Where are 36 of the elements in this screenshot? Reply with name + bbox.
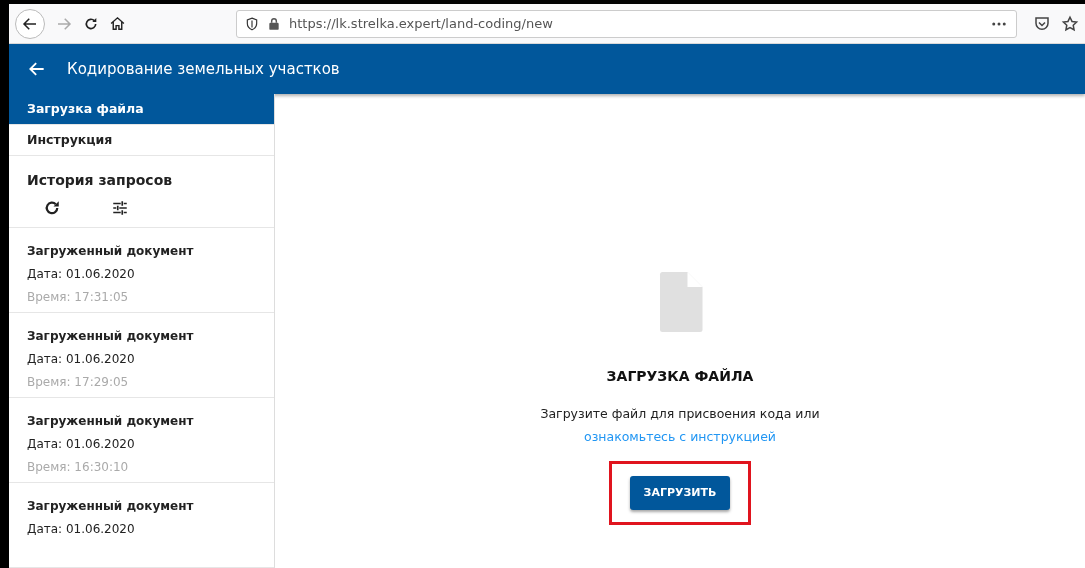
upload-description: Загрузите файл для присвоения кода или: [540, 405, 820, 423]
history-item[interactable]: Загруженный документ Дата: 01.06.2020 Время: 17:29:05: [9, 313, 274, 398]
history-item[interactable]: Загруженный документ Дата: 01.06.2020: [9, 483, 274, 568]
refresh-icon: [43, 199, 61, 217]
sidebar-item[interactable]: Загрузка файла: [9, 94, 274, 125]
page-title: Кодирование земельных участков: [67, 58, 340, 80]
lock-icon: [267, 16, 281, 31]
filter-button[interactable]: [111, 199, 129, 217]
upload-button[interactable]: ЗАГРУЗИТЬ: [629, 475, 731, 510]
url-text: https://lk.strelka.expert/land-coding/new: [289, 14, 553, 33]
home-icon: [109, 15, 126, 32]
back-button[interactable]: [15, 8, 45, 39]
document-date: Дата: 01.06.2020: [27, 436, 136, 453]
pocket-icon[interactable]: [1033, 14, 1051, 33]
document-title: Загруженный документ: [27, 243, 195, 260]
home-button[interactable]: [109, 15, 126, 32]
refresh-button[interactable]: [43, 199, 61, 217]
address-bar[interactable]: https://lk.strelka.expert/land-coding/new: [236, 9, 1017, 38]
document-date: Дата: 01.06.2020: [27, 521, 136, 538]
document-time: Время: 17:31:05: [27, 289, 130, 306]
document-date: Дата: 01.06.2020: [27, 351, 136, 368]
section-title: История запросов: [27, 171, 174, 190]
star-icon[interactable]: [1061, 14, 1079, 33]
history-item[interactable]: Загруженный документ Дата: 01.06.2020 Время: 17:31:05: [9, 228, 274, 313]
document-date: Дата: 01.06.2020: [27, 266, 136, 283]
sliders-icon: [111, 199, 129, 217]
shield-icon: [245, 16, 259, 31]
document-title: Загруженный документ: [27, 498, 195, 515]
reload-button[interactable]: [83, 15, 99, 32]
history-item[interactable]: Загруженный документ Дата: 01.06.2020 Время: 16:30:10: [9, 398, 274, 483]
document-title: Загруженный документ: [27, 328, 195, 345]
upload-heading: ЗАГРУЗКА ФАЙЛА: [606, 367, 754, 386]
document-time: Время: 17:29:05: [27, 374, 130, 391]
document-title: Загруженный документ: [27, 413, 195, 430]
reload-icon: [83, 15, 99, 32]
document-time: Время: 16:30:10: [27, 459, 130, 476]
